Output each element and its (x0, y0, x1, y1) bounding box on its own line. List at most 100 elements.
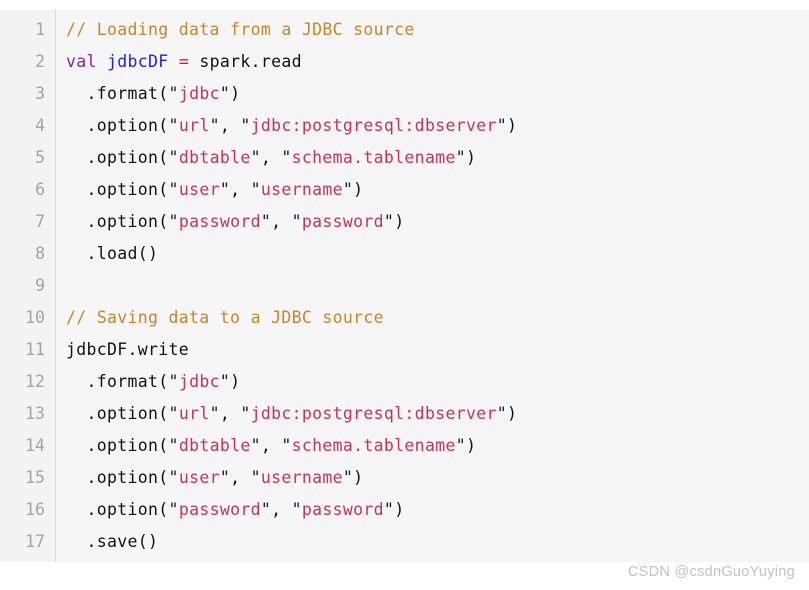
code-token: .format( (66, 84, 169, 103)
code-token: " (383, 500, 395, 519)
code-token: dbtable (178, 436, 251, 455)
code-token: " (496, 404, 507, 423)
code-block: 1 2 3 4 5 6 7 8 9 10 11 12 13 14 15 16 17 // Loading dat… (0, 10, 809, 562)
code-token: " (281, 436, 292, 455)
code-token: url (178, 116, 210, 135)
code-token: ) (353, 468, 364, 487)
code-line[interactable] (66, 270, 809, 302)
code-line[interactable]: .load() (66, 238, 809, 270)
line-number: 17 (25, 532, 45, 551)
code-token: , (219, 404, 241, 423)
code-line[interactable]: .option("password", "password") (66, 206, 809, 238)
line-number: 6 (35, 180, 45, 199)
code-line[interactable]: jdbcDF.write (66, 334, 809, 366)
line-number: 7 (35, 212, 45, 231)
code-token: dbtable (178, 148, 251, 167)
code-line[interactable]: // Saving data to a JDBC source (66, 302, 809, 334)
code-token: " (455, 436, 466, 455)
code-token: " (291, 212, 302, 231)
code-token: , (230, 468, 251, 487)
code-token: ) (506, 116, 518, 135)
code-token: url (178, 404, 210, 423)
code-token: .option( (66, 212, 169, 231)
code-token: " (168, 372, 179, 391)
code-token: = (178, 52, 190, 71)
code-token: .option( (66, 500, 169, 519)
code-line[interactable]: .option("dbtable", "schema.tablename") (66, 430, 809, 462)
line-number: 9 (35, 276, 45, 295)
code-line[interactable]: val jdbcDF = spark.read (66, 46, 809, 78)
code-token: .option( (66, 148, 169, 167)
code-line[interactable]: .save() (66, 526, 809, 558)
code-token: , (230, 180, 251, 199)
code-token: jdbc:postgresql:dbserver (250, 404, 497, 423)
code-token: ) (230, 84, 241, 103)
code-token: " (209, 404, 220, 423)
line-number: 14 (25, 436, 45, 455)
code-token: , (271, 500, 292, 519)
code-token: " (260, 500, 272, 519)
code-token: password (178, 212, 261, 231)
code-token: , (271, 212, 292, 231)
code-token: ) (394, 500, 405, 519)
code-line[interactable]: .option("dbtable", "schema.tablename") (66, 142, 809, 174)
line-number: 16 (25, 500, 45, 519)
code-token: " (168, 500, 179, 519)
code-token: " (168, 404, 179, 423)
code-line[interactable]: .format("jdbc") (66, 78, 809, 110)
watermark-text: CSDN @csdnGuoYuying (627, 564, 795, 580)
code-token: .option( (66, 468, 169, 487)
code-token: .option( (66, 116, 169, 135)
code-line[interactable]: .option("url", "jdbc:postgresql:dbserver… (66, 110, 809, 142)
code-token: " (168, 116, 179, 135)
line-number: 10 (25, 308, 45, 327)
code-token: jdbc (178, 372, 220, 391)
code-content-area[interactable]: // Loading data from a JDBC source val jd… (56, 10, 809, 562)
code-token: ) (506, 404, 518, 423)
code-line[interactable]: .option("user", "username") (66, 462, 809, 494)
code-token: , (219, 116, 241, 135)
code-token: ) (353, 180, 364, 199)
code-token: " (240, 116, 251, 135)
code-token: " (168, 180, 179, 199)
code-token: " (291, 500, 302, 519)
code-token: " (383, 212, 395, 231)
code-token: " (250, 468, 261, 487)
code-token: " (342, 180, 354, 199)
line-number-gutter: 1 2 3 4 5 6 7 8 9 10 11 12 13 14 15 16 17 (0, 10, 56, 562)
line-number: 4 (35, 116, 45, 135)
code-token: , (260, 148, 282, 167)
code-token: " (209, 116, 220, 135)
code-token: " (219, 468, 231, 487)
code-token: " (240, 404, 251, 423)
code-token: " (250, 436, 261, 455)
code-token: .option( (66, 404, 169, 423)
code-line[interactable]: .option("url", "jdbc:postgresql:dbserver… (66, 398, 809, 430)
line-number: 13 (25, 404, 45, 423)
code-line[interactable]: .option("user", "username") (66, 174, 809, 206)
code-token: jdbc (178, 84, 220, 103)
code-token: " (260, 212, 272, 231)
code-token: " (219, 372, 231, 391)
line-number: 5 (35, 148, 45, 167)
code-line[interactable]: .format("jdbc") (66, 366, 809, 398)
code-token: " (250, 148, 261, 167)
code-token: ) (465, 436, 477, 455)
code-token: " (281, 148, 292, 167)
line-number: 3 (35, 84, 45, 103)
code-line[interactable]: // Loading data from a JDBC source (66, 14, 809, 46)
line-number: 15 (25, 468, 45, 487)
code-token: // Loading data from a JDBC source (66, 20, 415, 39)
code-line[interactable]: .option("password", "password") (66, 494, 809, 526)
code-token: " (219, 84, 231, 103)
code-token: " (168, 468, 179, 487)
code-token: " (168, 84, 179, 103)
code-token: .save() (66, 532, 159, 551)
code-token: password (301, 500, 384, 519)
code-token: " (219, 180, 231, 199)
code-token: password (301, 212, 384, 231)
code-token: .format( (66, 372, 169, 391)
code-token: spark.read (189, 52, 302, 71)
